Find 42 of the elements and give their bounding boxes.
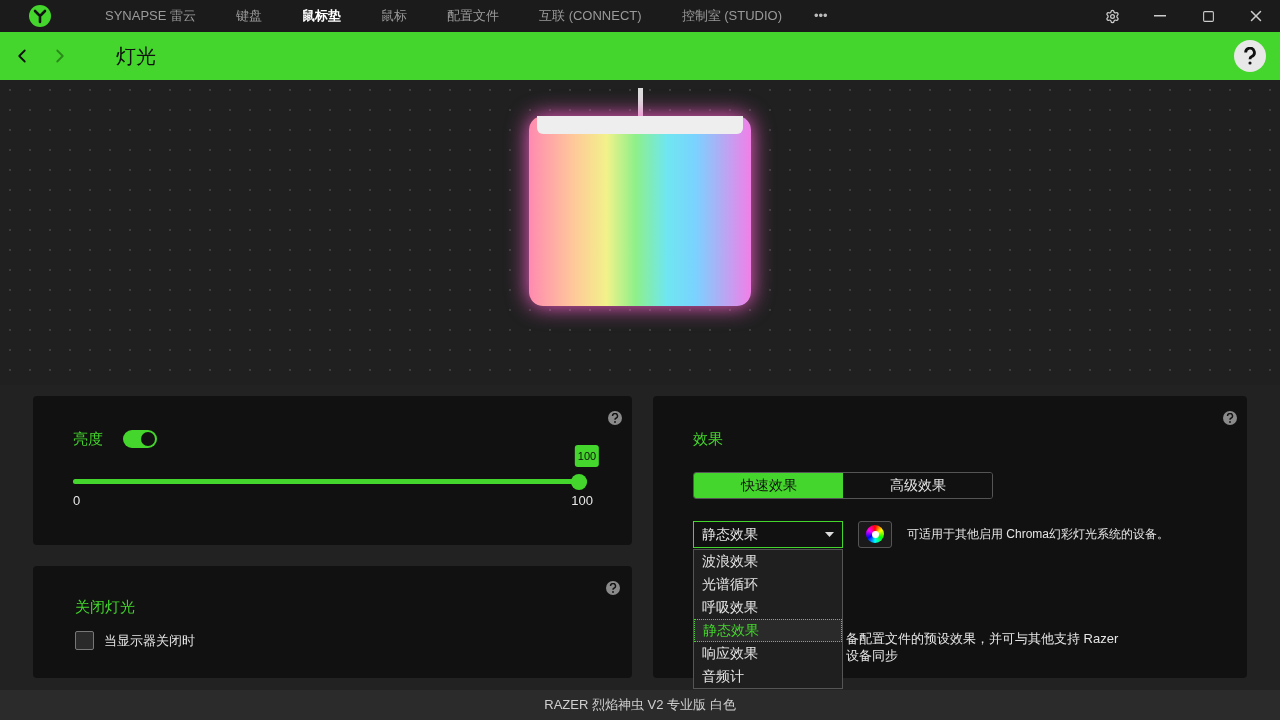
slider-value-badge: 100 — [574, 444, 600, 467]
maximize-icon — [1201, 9, 1215, 23]
help-button[interactable] — [1234, 40, 1266, 72]
minimize-icon — [1154, 15, 1166, 17]
question-mark-icon — [1243, 47, 1257, 65]
help-icon[interactable] — [1223, 411, 1237, 425]
chroma-note: 可适用于其他启用 Chroma幻彩灯光系统的设备。 — [907, 526, 1169, 543]
more-button[interactable]: ••• — [801, 0, 840, 32]
checkbox-label: 当显示器关闭时 — [104, 631, 195, 650]
effect-dropdown[interactable]: 静态效果 — [693, 520, 843, 548]
brightness-label: 亮度 — [73, 429, 103, 449]
dropdown-option[interactable]: 呼吸效果 — [694, 595, 842, 619]
nav-tab[interactable]: 控制室 (STUDIO) — [661, 0, 802, 32]
color-wheel-button[interactable] — [858, 520, 892, 548]
slider-min: 0 — [73, 491, 81, 510]
brightness-toggle[interactable] — [123, 430, 157, 449]
brightness-slider[interactable] — [73, 473, 587, 490]
gear-icon — [1104, 8, 1120, 24]
slider-thumb[interactable] — [571, 473, 587, 490]
dropdown-option[interactable]: 音频计 — [694, 664, 842, 688]
status-bar: RAZER 烈焰神虫 V2 专业版 白色 — [0, 690, 1280, 720]
dropdown-option[interactable]: 静态效果 — [694, 618, 842, 642]
page-title: 灯光 — [116, 44, 156, 69]
slider-max: 100 — [571, 491, 593, 510]
nav-tab[interactable]: 键盘 — [216, 0, 283, 32]
nav-tab[interactable]: SYNAPSE 雷云 — [85, 0, 217, 32]
dropdown-option[interactable]: 波浪效果 — [694, 549, 842, 573]
logo-icon — [29, 5, 51, 27]
nav-tab[interactable]: 鼠标垫 — [282, 0, 362, 32]
effects-title: 效果 — [693, 429, 724, 449]
nav-tab[interactable]: 互联 (CONNECT) — [519, 0, 662, 32]
dropdown-option[interactable]: 响应效果 — [694, 641, 842, 665]
lights-off-title: 关闭灯光 — [75, 597, 136, 617]
sync-note: 备配置文件的预设效果，并可与其他支持 Razer 设备同步 — [846, 629, 1120, 664]
caret-icon — [825, 531, 834, 537]
help-icon[interactable] — [608, 411, 622, 425]
effect-tab[interactable]: 快速效果 — [694, 472, 843, 498]
dropdown-option[interactable]: 光谱循环 — [694, 572, 842, 596]
help-icon[interactable] — [606, 581, 620, 595]
nav-tab[interactable]: 配置文件 — [427, 0, 520, 32]
checkbox[interactable] — [75, 630, 94, 650]
nav-tab[interactable]: 鼠标 — [361, 0, 428, 32]
